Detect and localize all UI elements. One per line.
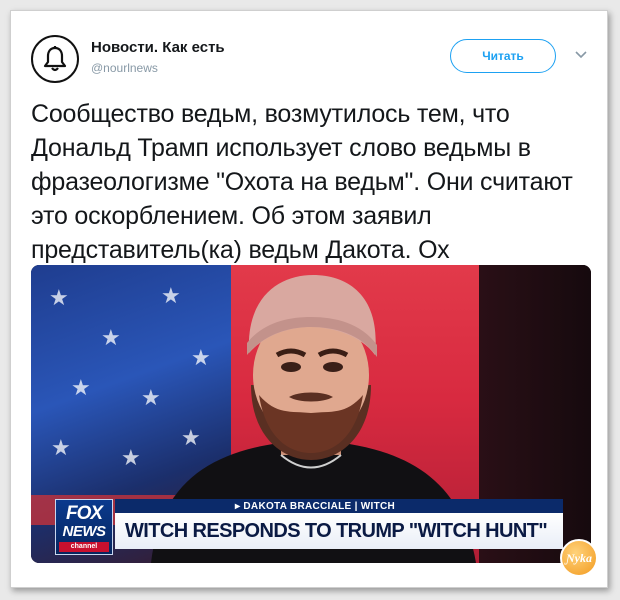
author-handle[interactable]: @nourlnews [91,61,158,75]
chyron-name-bar: ▸ DAKOTA BRACCIALE | WITCH [115,499,563,513]
tweet-media-image[interactable]: ★ ★ ★ ★ ★ ★ ★ ★ ★ FOX NEWS channel ▸ DAK… [31,265,591,563]
news-chyron: FOX NEWS channel ▸ DAKOTA BRACCIALE | WI… [55,499,565,555]
chevron-down-icon[interactable] [573,47,589,63]
follow-button[interactable]: Читать [450,39,556,73]
chyron-headline: WITCH RESPONDS TO TRUMP "WITCH HUNT" [115,513,563,549]
bell-icon [43,46,67,72]
logo-news-text: NEWS [62,523,107,540]
tweet-text: Сообщество ведьм, возмутилось тем, что Д… [31,100,573,264]
tweet-card: Новости. Как есть @nourlnews Читать Сооб… [10,10,608,588]
fox-news-logo: FOX NEWS channel [55,499,113,555]
logo-channel-text: channel [59,542,109,552]
logo-fox-text: FOX [65,503,103,524]
author-name[interactable]: Новости. Как есть [91,39,225,56]
author-avatar[interactable] [31,35,79,83]
site-watermark-logo: Ɲyka [560,539,598,577]
